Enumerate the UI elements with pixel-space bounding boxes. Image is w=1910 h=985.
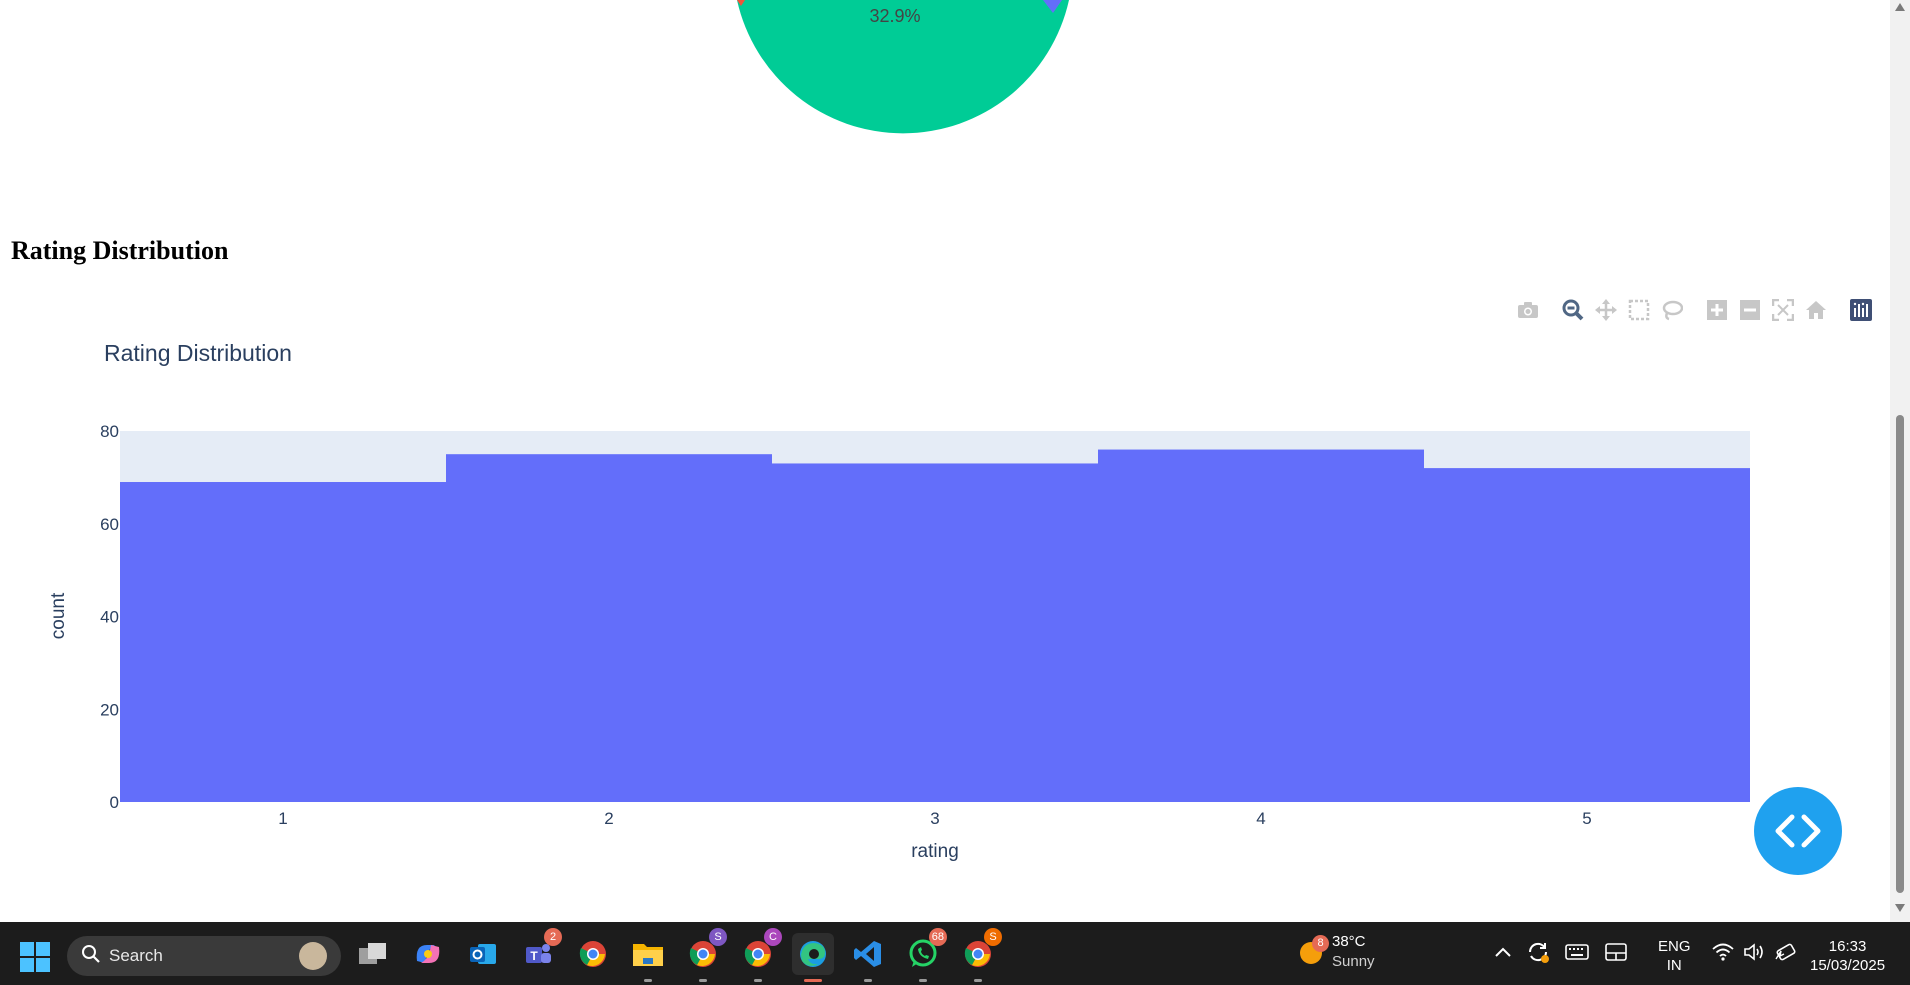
autoscale-icon[interactable] — [1770, 297, 1796, 323]
pie-slice-label: 32.9% — [869, 6, 920, 26]
teams-icon[interactable]: T 2 — [517, 928, 562, 975]
plot-modebar — [1515, 297, 1881, 323]
plotly-logo-icon[interactable] — [1848, 297, 1874, 323]
teams-badge: 2 — [544, 928, 562, 946]
profile-badge: S — [984, 928, 1002, 946]
language-region: IN — [1666, 957, 1682, 974]
search-label: Search — [109, 946, 163, 965]
copilot-icon[interactable] — [407, 933, 449, 975]
charts-canvas: 32.9% 0 20 40 60 80 1 2 3 4 5 Rating Distributio… — [48, 0, 1750, 862]
bar-rating-3[interactable] — [772, 463, 1098, 802]
y-axis-label: count — [48, 592, 69, 639]
sun-icon: 8 — [1298, 935, 1329, 965]
y-tick-label: 0 — [110, 793, 119, 812]
chevron-up-icon[interactable] — [1495, 947, 1511, 957]
x-tick-label: 1 — [278, 809, 287, 828]
clock[interactable]: 16:33 15/03/2025 — [1810, 937, 1885, 975]
app-running-indicator — [919, 979, 927, 982]
clock-date: 15/03/2025 — [1810, 957, 1886, 974]
search-icon — [81, 944, 101, 969]
volume-icon — [1743, 942, 1765, 962]
search-highlight-image — [299, 942, 327, 970]
file-explorer-icon[interactable] — [627, 933, 669, 982]
x-tick-label: 3 — [930, 809, 939, 828]
x-axis-label: rating — [911, 841, 959, 862]
tablet-mode-icon[interactable] — [1604, 942, 1628, 962]
quick-settings[interactable] — [1712, 942, 1805, 962]
chrome-icon[interactable] — [572, 933, 614, 975]
profile-badge: C — [764, 928, 782, 946]
wifi-icon — [1712, 942, 1734, 962]
battery-icon — [1774, 942, 1796, 962]
x-tick-label: 2 — [604, 809, 613, 828]
lasso-select-icon[interactable] — [1659, 297, 1685, 323]
browser-page: 32.9% 0 20 40 60 80 1 2 3 4 5 Rating Distributio… — [0, 0, 1890, 922]
x-tick-label: 4 — [1256, 809, 1265, 828]
pie-chart[interactable]: 32.9% — [737, 0, 1069, 134]
chrome-profile-c-icon[interactable]: C — [737, 928, 782, 982]
whatsapp-icon[interactable]: 68 — [902, 928, 947, 982]
language-indicator[interactable]: ENG IN — [1658, 937, 1691, 975]
app-running-indicator — [699, 979, 707, 982]
scroll-down-icon[interactable] — [1895, 904, 1905, 912]
zoom-icon[interactable] — [1560, 297, 1586, 323]
system-tray — [1495, 940, 1643, 964]
profile-badge: S — [709, 928, 727, 946]
weather-widget[interactable]: 8 38°C Sunny — [1298, 932, 1375, 972]
weather-temperature: 38°C — [1332, 933, 1366, 950]
y-tick-label: 80 — [100, 422, 119, 441]
section-heading: Rating Distribution — [11, 236, 229, 265]
box-select-icon[interactable] — [1626, 297, 1652, 323]
bar-rating-2[interactable] — [446, 454, 772, 802]
windows-start-icon[interactable] — [20, 942, 50, 977]
download-plot-icon[interactable] — [1515, 297, 1541, 323]
y-tick-label: 20 — [100, 700, 119, 719]
pan-icon[interactable] — [1593, 297, 1619, 323]
outlook-icon[interactable] — [462, 933, 504, 975]
clock-time: 16:33 — [1828, 938, 1867, 955]
chrome-profile-s-icon[interactable]: S — [682, 928, 727, 982]
zoom-in-icon[interactable] — [1704, 297, 1730, 323]
bar-rating-5[interactable] — [1424, 468, 1750, 802]
weather-badge: 8 — [1312, 935, 1329, 952]
zoom-out-icon[interactable] — [1737, 297, 1763, 323]
scroll-thumb[interactable] — [1896, 415, 1904, 893]
reset-axes-icon[interactable] — [1803, 297, 1829, 323]
app-running-indicator — [644, 979, 652, 982]
chart-title: Rating Distribution — [104, 340, 292, 366]
chrome-profile-s2-icon[interactable]: S — [957, 928, 1002, 982]
app-running-indicator — [974, 979, 982, 982]
y-tick-label: 40 — [100, 608, 119, 627]
x-tick-label: 5 — [1582, 809, 1591, 828]
app-running-indicator — [754, 979, 762, 982]
task-view-icon[interactable] — [352, 933, 394, 975]
taskbar-apps: T 2 S C 68 S — [352, 928, 1012, 982]
page-scrollbar[interactable] — [1890, 0, 1910, 922]
y-tick-label: 60 — [100, 515, 119, 534]
bar-rating-1[interactable] — [120, 482, 446, 802]
vscode-icon[interactable] — [847, 933, 889, 982]
whatsapp-badge: 68 — [928, 928, 947, 946]
edge-icon[interactable] — [792, 933, 834, 982]
app-running-indicator — [864, 979, 872, 982]
code-brackets-icon — [1775, 814, 1821, 848]
taskbar: Search T 2 S C 68 S 8 38°C Sunny ENG IN … — [0, 922, 1910, 985]
weather-condition: Sunny — [1332, 953, 1375, 970]
code-toggle-button[interactable] — [1754, 787, 1842, 875]
scroll-up-icon[interactable] — [1895, 3, 1905, 11]
sync-icon[interactable] — [1526, 940, 1550, 964]
svg-text:T: T — [530, 949, 538, 963]
app-active-indicator — [804, 979, 822, 982]
language-code: ENG — [1658, 938, 1691, 955]
rating-bar-chart[interactable]: 0 20 40 60 80 1 2 3 4 5 Rating Distribution rati… — [48, 340, 1750, 862]
bar-rating-4[interactable] — [1098, 449, 1424, 802]
keyboard-icon[interactable] — [1565, 943, 1589, 961]
taskbar-search-box[interactable]: Search — [67, 936, 341, 976]
